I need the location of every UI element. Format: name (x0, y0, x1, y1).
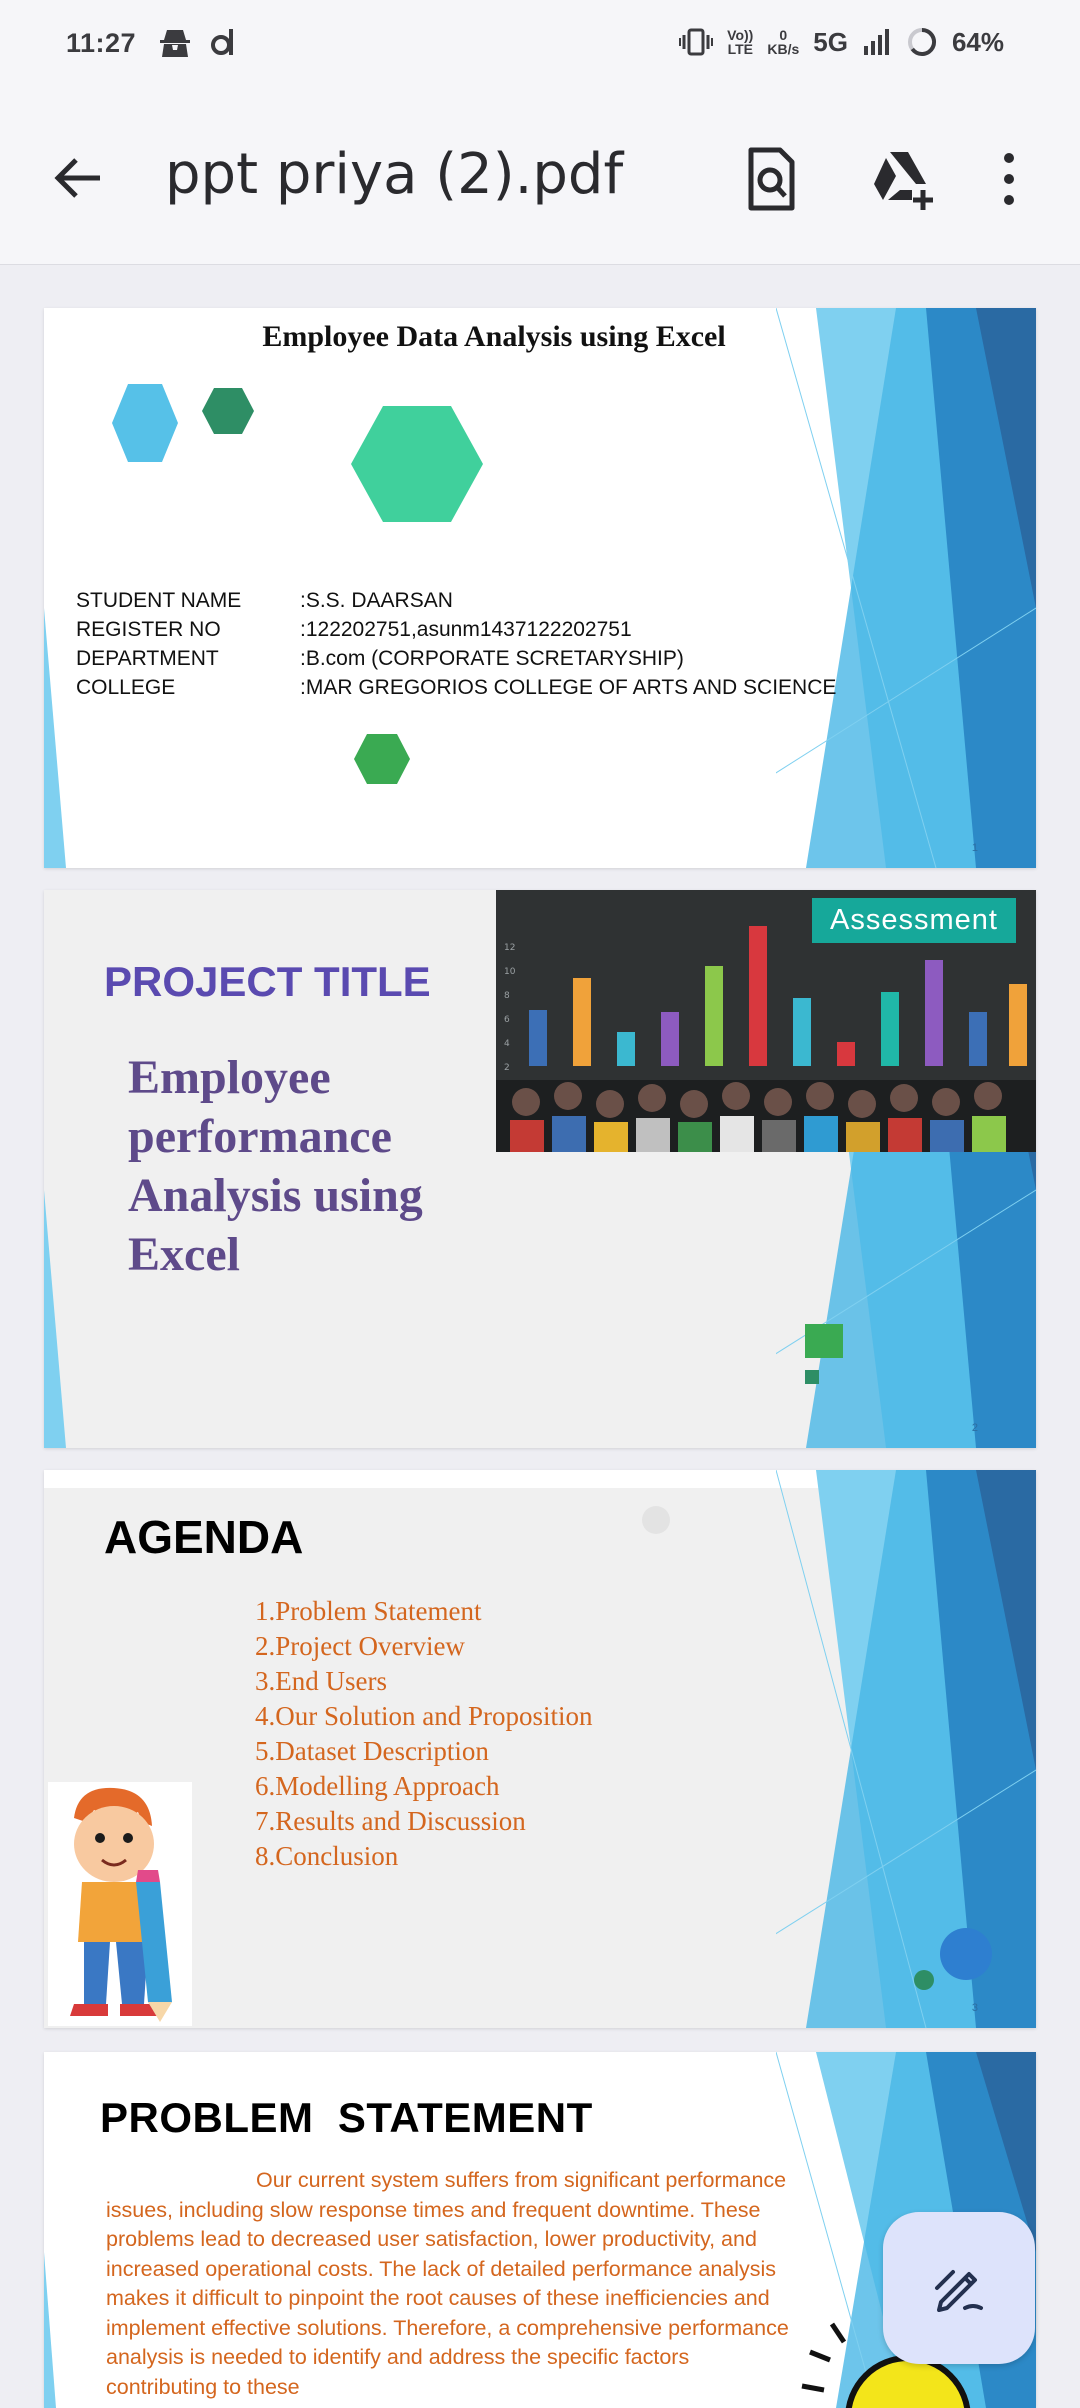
more-vert-icon[interactable] (984, 144, 1034, 214)
slide-heading: Employee Data Analysis using Excel (262, 320, 726, 353)
blue-circle (940, 1928, 992, 1980)
agenda-list: 1.Problem Statement 2.Project Overview 3… (255, 1594, 593, 1874)
volte-indicator: Vo)) LTE (727, 27, 754, 57)
info-row: STUDENT NAME:S.S. DAARSAN (76, 589, 453, 612)
problem-statement-title: PROBLEM STATEMENT (100, 2094, 593, 2141)
list-item: 7.Results and Discussion (255, 1806, 526, 1836)
slide-3[interactable]: AGENDA 1.Problem Statement 2.Project Ove… (44, 1470, 1036, 2028)
network-type: 5G (813, 26, 848, 57)
battery-percent: 64% (951, 26, 1004, 57)
slide-page-number: 3 (971, 2002, 978, 2014)
info-row: DEPARTMENT:B.com (CORPORATE SCRETARYSHIP… (76, 647, 684, 670)
edit-pen-icon (935, 2270, 983, 2312)
hexagon-dark-green (202, 388, 254, 434)
slide-2[interactable]: 12 10 8 6 4 2 Assessment PROJECT TITLE E… (44, 890, 1036, 1448)
vibrate-icon (679, 28, 714, 56)
list-item: 3.End Users (255, 1666, 387, 1696)
hexagon-small-green (354, 734, 410, 784)
slide-page-number: 1 (971, 842, 978, 854)
list-item: 1.Problem Statement (255, 1596, 482, 1626)
green-circle (914, 1970, 934, 1990)
problem-statement-text: Our current system suffers from signific… (106, 2168, 789, 2399)
svg-text:10: 10 (504, 967, 516, 977)
search-document-icon[interactable] (736, 144, 806, 214)
green-square-small (805, 1370, 819, 1384)
slide-1[interactable]: Employee Data Analysis using Excel STUDE… (44, 308, 1036, 868)
slide-corner-decoration (776, 1470, 1036, 2028)
assessment-chart-photo: 12 10 8 6 4 2 Assessment (496, 890, 1036, 1152)
hexagon-blue (112, 384, 178, 462)
info-row: COLLEGE:MAR GREGORIOS COLLEGE OF ARTS AN… (76, 676, 837, 699)
document-title: ppt priya (2).pdf (165, 142, 624, 207)
boy-with-pencil-illustration (48, 1782, 192, 2026)
d-app-icon (211, 29, 233, 55)
list-item: 4.Our Solution and Proposition (255, 1701, 593, 1731)
slide-left-decoration (44, 1190, 66, 1448)
battery-ring-icon (907, 27, 936, 56)
svg-text:12: 12 (504, 943, 515, 953)
list-item: 6.Modelling Approach (255, 1771, 500, 1801)
list-item: 5.Dataset Description (255, 1736, 489, 1766)
annotate-fab-button[interactable] (883, 2212, 1035, 2364)
incognito-icon (160, 30, 190, 57)
project-title-text: Employee performance Analysis using Exce… (128, 1051, 423, 1281)
data-speed: 0 KB/s (767, 27, 800, 57)
list-item: 8.Conclusion (255, 1841, 399, 1871)
status-bar: 11:27 Vo)) LTE 0 KB/s 5G 64% (0, 0, 1080, 90)
slide-left-decoration (44, 2252, 56, 2408)
svg-text:6: 6 (504, 1015, 510, 1025)
status-time: 11:27 (66, 28, 137, 58)
signal-icon (863, 29, 889, 55)
back-arrow-icon[interactable] (48, 148, 108, 208)
slide-page-number: 2 (971, 1422, 978, 1434)
app-bar: ppt priya (2).pdf (0, 90, 1080, 265)
drive-add-icon[interactable] (868, 144, 938, 214)
svg-text:8: 8 (504, 991, 510, 1001)
hexagon-green (351, 406, 483, 522)
green-square (805, 1324, 843, 1358)
decorative-dot (642, 1506, 670, 1534)
project-title-label: PROJECT TITLE (104, 958, 431, 1005)
agenda-title: AGENDA (104, 1511, 304, 1563)
student-info: STUDENT NAME:S.S. DAARSAN REGISTER NO:12… (76, 586, 836, 702)
assessment-label: Assessment (812, 898, 1016, 943)
info-row: REGISTER NO:122202751,asunm1437122202751 (76, 618, 632, 641)
list-item: 2.Project Overview (255, 1631, 465, 1661)
